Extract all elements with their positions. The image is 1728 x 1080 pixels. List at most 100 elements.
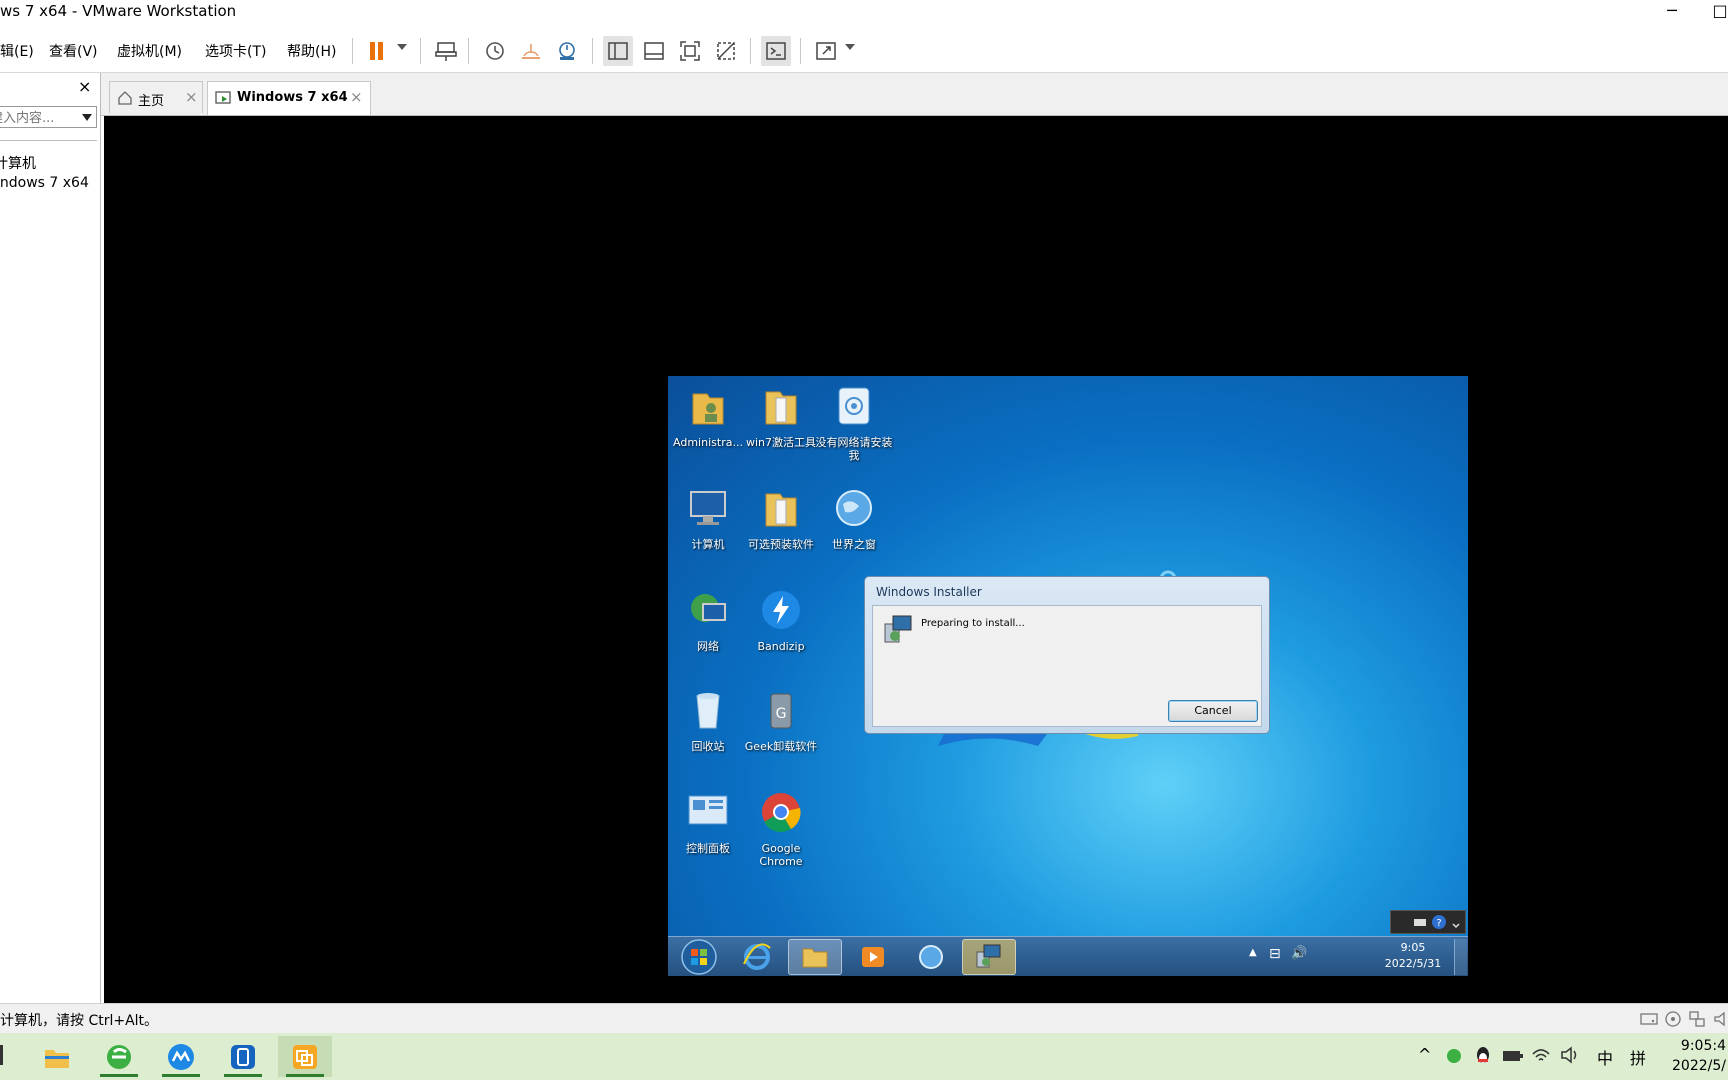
- taskbar-tablet-app[interactable]: [216, 1036, 270, 1077]
- control-panel-icon: [688, 795, 728, 825]
- library-sidebar: × 计算机 indows 7 x64: [0, 73, 101, 1003]
- sound-card-icon[interactable]: [1712, 1010, 1728, 1028]
- tree-item-vm[interactable]: indows 7 x64: [0, 175, 89, 191]
- installer-icon: [838, 387, 870, 425]
- pause-dropdown-icon[interactable]: [397, 44, 407, 50]
- help-icon[interactable]: ?: [1431, 914, 1447, 930]
- chevron-down-icon[interactable]: [82, 114, 92, 121]
- start-button[interactable]: [672, 939, 726, 975]
- taskbar-360-browser[interactable]: [92, 1036, 146, 1077]
- tree-item-my-computer[interactable]: 计算机: [0, 153, 36, 173]
- network-tray-icon[interactable]: ⊟: [1269, 946, 1281, 962]
- status-bar: 计算机，请按 Ctrl+Alt。: [0, 1003, 1728, 1034]
- tab-windows-7[interactable]: Windows 7 x64 ×: [207, 81, 371, 115]
- desktop-icon-geek-uninstaller[interactable]: G Geek卸载软件: [741, 688, 821, 753]
- desktop-icon-administrator[interactable]: Administra...: [668, 384, 748, 449]
- tab-close-icon[interactable]: ×: [350, 88, 363, 106]
- stretch-dropdown-icon[interactable]: [845, 44, 855, 50]
- library-search[interactable]: [0, 106, 97, 128]
- show-hidden-icons[interactable]: ▲: [1249, 947, 1257, 958]
- library-view-icon[interactable]: [603, 36, 633, 66]
- keyboard-icon[interactable]: [1413, 915, 1427, 929]
- desktop-icon-optional-software[interactable]: 可选预装软件: [741, 486, 821, 551]
- icon-label: Bandizip: [757, 640, 805, 653]
- ime-language-indicator[interactable]: 中: [1597, 1045, 1613, 1069]
- window-title: ws 7 x64 - VMware Workstation: [0, 2, 237, 20]
- thumbnail-view-icon[interactable]: [639, 36, 669, 66]
- desktop-icon-recycle-bin[interactable]: 回收站: [668, 688, 748, 753]
- show-hidden-icons[interactable]: ^: [1418, 1045, 1431, 1064]
- volume-tray-icon[interactable]: 🔊: [1291, 946, 1307, 961]
- taskbar-browser[interactable]: [904, 939, 958, 975]
- pause-icon[interactable]: [362, 36, 392, 66]
- taskbar-media-player[interactable]: [846, 939, 900, 975]
- taskbar-installer[interactable]: [962, 939, 1016, 975]
- vm-console[interactable]: Administra... win7激活工具 没有网络请安装我 计算机 可选预装…: [104, 116, 1728, 1003]
- host-clock-time: 9:05:4: [1680, 1038, 1726, 1054]
- revert-snapshot-icon[interactable]: [516, 36, 546, 66]
- minimize-button[interactable]: ─: [1652, 0, 1692, 24]
- installer-dialog: Windows Installer Preparing to install..…: [864, 576, 1270, 734]
- close-icon[interactable]: ×: [78, 77, 91, 96]
- desktop-icon-bandizip[interactable]: Bandizip: [741, 588, 821, 653]
- restore-button[interactable]: □: [1700, 0, 1728, 24]
- hard-disk-icon[interactable]: [1640, 1011, 1658, 1027]
- cd-dvd-icon[interactable]: [1664, 1010, 1682, 1028]
- network-icon: [691, 594, 726, 622]
- browser-icon: [836, 490, 872, 526]
- stretch-icon[interactable]: [811, 36, 841, 66]
- tablet-icon: [231, 1044, 255, 1069]
- windows-start-icon: [681, 939, 717, 975]
- taskbar-vmware[interactable]: [278, 1036, 332, 1077]
- taskbar-ie[interactable]: [730, 939, 784, 975]
- desktop-icon-computer[interactable]: 计算机: [668, 486, 748, 551]
- menu-help[interactable]: 帮助(H): [287, 41, 336, 61]
- fullscreen-icon[interactable]: [675, 36, 705, 66]
- vm-icon: [215, 91, 231, 104]
- volume-icon[interactable]: [1560, 1046, 1580, 1064]
- chevron-down-icon[interactable]: [1451, 915, 1461, 929]
- tab-home[interactable]: 主页 ×: [109, 81, 203, 113]
- tab-close-icon[interactable]: ×: [185, 88, 198, 106]
- desktop-icon-control-panel[interactable]: 控制面板: [668, 790, 748, 855]
- running-indicator: [100, 1074, 138, 1077]
- host-clock[interactable]: 9:05:4 2022/5/: [1672, 1036, 1726, 1076]
- guest-desktop[interactable]: Administra... win7激活工具 没有网络请安装我 计算机 可选预装…: [668, 376, 1468, 976]
- guest-clock[interactable]: 9:05 2022/5/31: [1373, 940, 1453, 972]
- icon-label: 没有网络请安装我: [815, 436, 893, 462]
- console-view-icon[interactable]: [761, 36, 791, 66]
- taskbar-explorer[interactable]: [788, 939, 842, 975]
- menu-tabs[interactable]: 选项卡(T): [205, 41, 266, 61]
- svg-text:?: ?: [1436, 918, 1441, 929]
- desktop-icon-network[interactable]: 网络: [668, 588, 748, 653]
- icon-label: 网络: [697, 640, 719, 653]
- desktop-icon-google-chrome[interactable]: Google Chrome: [741, 790, 821, 868]
- menu-view[interactable]: 查看(V): [49, 41, 98, 61]
- cancel-button[interactable]: Cancel: [1168, 700, 1258, 722]
- unity-icon[interactable]: [711, 36, 741, 66]
- folder-icon: [765, 391, 797, 425]
- search-input[interactable]: [0, 108, 64, 127]
- folder-icon: [45, 1049, 69, 1068]
- desktop-icon-win7-activator[interactable]: win7激活工具: [741, 384, 821, 449]
- folder-icon: [802, 948, 828, 968]
- ime-mode-indicator[interactable]: 拼: [1630, 1045, 1646, 1069]
- snapshot-manager-icon[interactable]: [552, 36, 582, 66]
- network-adapter-icon[interactable]: [1688, 1010, 1706, 1028]
- green-tray-icon[interactable]: [1445, 1047, 1463, 1065]
- taskbar-meeting-app[interactable]: [154, 1036, 208, 1077]
- show-desktop-button[interactable]: [1454, 939, 1467, 975]
- battery-icon[interactable]: [1502, 1048, 1524, 1064]
- desktop-icon-theworld-browser[interactable]: 世界之窗: [814, 486, 894, 551]
- send-ctrl-alt-del-icon[interactable]: [431, 36, 461, 66]
- wifi-icon[interactable]: [1531, 1046, 1551, 1064]
- desktop-icon-network-installer[interactable]: 没有网络请安装我: [814, 384, 894, 462]
- taskbar-file-explorer[interactable]: [30, 1036, 84, 1077]
- snapshot-icon[interactable]: [480, 36, 510, 66]
- menu-edit[interactable]: 辑(E): [0, 41, 34, 61]
- menu-vm[interactable]: 虚拟机(M): [117, 41, 182, 61]
- meeting-icon: [168, 1043, 194, 1070]
- running-indicator: [162, 1074, 200, 1077]
- guest-taskbar: ▲ ⊟ 🔊 9:05 2022/5/31: [668, 936, 1468, 976]
- qq-icon[interactable]: [1474, 1045, 1492, 1067]
